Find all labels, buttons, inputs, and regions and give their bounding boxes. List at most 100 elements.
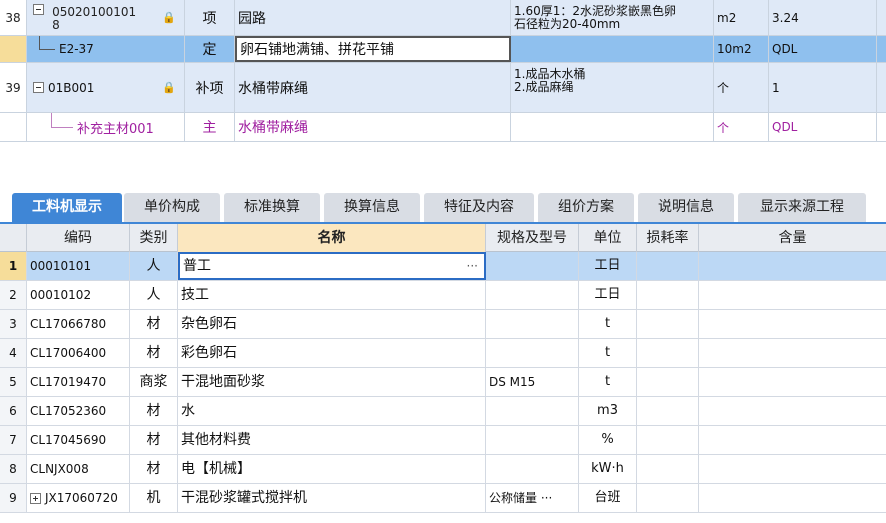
material-unit[interactable]: 工日 (579, 281, 637, 309)
material-category[interactable]: 人 (130, 252, 178, 280)
quota-row[interactable]: 38 05020100101 8 🔒 项 园路 1.60厚1：2水泥砂浆嵌黑色卵… (0, 0, 886, 36)
material-row[interactable]: 8 CLNJX008 材电【机械】 kW·h (0, 455, 886, 484)
material-spec[interactable] (486, 310, 579, 338)
material-spec[interactable] (486, 281, 579, 309)
collapse-icon[interactable] (33, 4, 44, 15)
material-code[interactable]: CL17006400 (27, 339, 130, 367)
quota-features[interactable] (511, 36, 714, 62)
material-spec[interactable] (486, 397, 579, 425)
quota-code-cell[interactable]: E2-37 (27, 36, 185, 62)
material-category[interactable]: 材 (130, 397, 178, 425)
material-unit[interactable]: 工日 (579, 252, 637, 280)
quota-row[interactable]: 39 01B001 🔒 补项 水桶带麻绳 1.成品木水桶 2.成品麻绳 个 1 (0, 63, 886, 113)
quota-unit[interactable]: m2 (714, 0, 769, 35)
expand-icon[interactable] (30, 493, 41, 504)
material-unit[interactable]: t (579, 339, 637, 367)
material-row[interactable]: 9 JX17060720 机干混砂浆罐式搅拌机 公称储量 ··· 台班 (0, 484, 886, 513)
quota-qty[interactable]: 3.24 (769, 0, 877, 35)
tab-labor-material-machine[interactable]: 工料机显示 (12, 193, 122, 222)
quota-unit[interactable]: 个 (714, 63, 769, 112)
material-loss-rate[interactable] (637, 426, 699, 454)
material-unit[interactable]: t (579, 310, 637, 338)
material-name[interactable]: 电【机械】 (178, 455, 486, 483)
material-name[interactable]: 干混地面砂浆 (178, 368, 486, 396)
material-loss-rate[interactable] (637, 252, 699, 280)
material-category[interactable]: 材 (130, 455, 178, 483)
material-quantity[interactable] (699, 310, 886, 338)
material-loss-rate[interactable] (637, 339, 699, 367)
material-spec[interactable]: 公称储量 ··· (486, 484, 579, 512)
material-code[interactable]: CLNJX008 (27, 455, 130, 483)
material-code[interactable]: JX17060720 (27, 484, 130, 512)
tab-conversion-info[interactable]: 换算信息 (324, 193, 420, 222)
material-name[interactable]: 彩色卵石 (178, 339, 486, 367)
quota-qty[interactable]: QDL (769, 113, 877, 141)
material-loss-rate[interactable] (637, 397, 699, 425)
header-quantity[interactable]: 含量 (699, 224, 886, 252)
material-category[interactable]: 人 (130, 281, 178, 309)
quota-unit[interactable]: 10m2 (714, 36, 769, 62)
material-code[interactable]: CL17019470 (27, 368, 130, 396)
browse-button[interactable]: ··· (467, 254, 478, 278)
material-spec[interactable] (486, 455, 579, 483)
header-unit[interactable]: 单位 (579, 224, 637, 252)
material-unit[interactable]: kW·h (579, 455, 637, 483)
material-spec[interactable] (486, 426, 579, 454)
tab-description[interactable]: 说明信息 (638, 193, 734, 222)
header-name[interactable]: 名称 (178, 224, 486, 252)
material-row[interactable]: 5 CL17019470 商浆 干混地面砂浆 DS M15 t (0, 368, 886, 397)
material-loss-rate[interactable] (637, 368, 699, 396)
material-code[interactable]: CL17052360 (27, 397, 130, 425)
tab-source-project[interactable]: 显示来源工程 (738, 193, 866, 222)
header-spec[interactable]: 规格及型号 (486, 224, 579, 252)
material-row[interactable]: 7 CL17045690 材其他材料费% (0, 426, 886, 455)
material-quantity[interactable] (699, 397, 886, 425)
quota-code-cell[interactable]: 补充主材001 (27, 113, 185, 141)
quota-name[interactable]: 水桶带麻绳 (235, 113, 511, 141)
material-unit[interactable]: t (579, 368, 637, 396)
material-spec[interactable] (486, 339, 579, 367)
material-row[interactable]: 6 CL17052360 材水 m3 (0, 397, 886, 426)
header-category[interactable]: 类别 (130, 224, 178, 252)
header-loss-rate[interactable]: 损耗率 (637, 224, 699, 252)
material-category[interactable]: 材 (130, 339, 178, 367)
material-unit[interactable]: m3 (579, 397, 637, 425)
tab-pricing-scheme[interactable]: 组价方案 (538, 193, 634, 222)
quota-features[interactable] (511, 113, 714, 141)
collapse-icon[interactable] (33, 82, 44, 93)
material-loss-rate[interactable] (637, 310, 699, 338)
material-row[interactable]: 2 00010102 人技工 工日 (0, 281, 886, 310)
material-category[interactable]: 材 (130, 426, 178, 454)
material-quantity[interactable] (699, 281, 886, 309)
material-spec[interactable] (486, 252, 579, 280)
material-code[interactable]: CL17066780 (27, 310, 130, 338)
tab-standard-conversion[interactable]: 标准换算 (224, 193, 320, 222)
quota-row[interactable]: 补充主材001 主 水桶带麻绳 个 QDL (0, 113, 886, 142)
material-code[interactable]: 00010101 (27, 252, 130, 280)
material-quantity[interactable] (699, 339, 886, 367)
header-code[interactable]: 编码 (27, 224, 130, 252)
tab-unit-price-composition[interactable]: 单价构成 (124, 193, 220, 222)
quota-name-editor[interactable]: 卵石铺地满铺、拼花平铺 (235, 36, 511, 62)
material-name-editor[interactable]: 普工 ··· (178, 252, 486, 280)
quota-name[interactable]: 水桶带麻绳 (235, 63, 511, 112)
material-code[interactable]: 00010102 (27, 281, 130, 309)
material-spec[interactable]: DS M15 (486, 368, 579, 396)
material-row[interactable]: 4 CL17006400 材彩色卵石 t (0, 339, 886, 368)
material-unit[interactable]: % (579, 426, 637, 454)
material-quantity[interactable] (699, 426, 886, 454)
quota-features[interactable]: 1.60厚1：2水泥砂浆嵌黑色卵 石径粒为20-40mm (511, 0, 714, 35)
material-code[interactable]: CL17045690 (27, 426, 130, 454)
material-loss-rate[interactable] (637, 455, 699, 483)
tab-features-content[interactable]: 特征及内容 (424, 193, 534, 222)
material-loss-rate[interactable] (637, 281, 699, 309)
material-unit[interactable]: 台班 (579, 484, 637, 512)
material-quantity[interactable] (699, 484, 886, 512)
material-row-selected[interactable]: 1 00010101 人普工 ··· 工日 (0, 252, 886, 281)
material-name[interactable]: 其他材料费 (178, 426, 486, 454)
material-quantity[interactable] (699, 368, 886, 396)
material-name[interactable]: 杂色卵石 (178, 310, 486, 338)
quota-row-selected[interactable]: E2-37 定 卵石铺地满铺、拼花平铺 10m2 QDL (0, 36, 886, 63)
material-category[interactable]: 商浆 (130, 368, 178, 396)
material-quantity[interactable] (699, 252, 886, 280)
